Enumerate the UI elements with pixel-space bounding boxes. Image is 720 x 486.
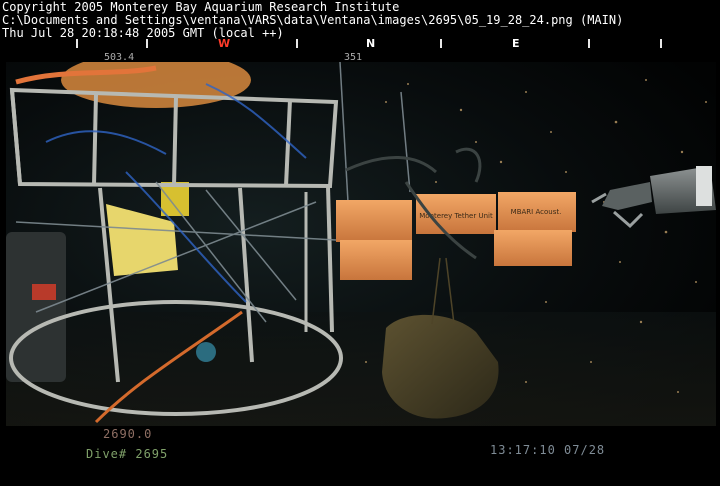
- dive-number: Dive# 2695: [86, 447, 169, 461]
- compass-label-east: E: [512, 37, 520, 50]
- compass-heading-strip: W N E: [0, 38, 720, 52]
- image-path-line: C:\Documents and Settings\ventana\VARS\d…: [2, 13, 624, 27]
- compass-tick: [660, 39, 662, 48]
- box-left-top: [336, 200, 412, 242]
- box-right-label: MBARI Acoust.: [511, 208, 562, 216]
- compass-tick: [146, 39, 148, 48]
- compass-label-west: W: [218, 37, 231, 50]
- yellow-buoy: [161, 182, 189, 216]
- box-right-bottom: [494, 230, 572, 266]
- equipment-cylinder: [6, 232, 66, 382]
- copyright-line: Copyright 2005 Monterey Bay Aquarium Res…: [2, 0, 400, 14]
- compass-tick: [440, 39, 442, 48]
- compass-tick: [76, 39, 78, 48]
- scene-illustration: Monterey Tether Unit MBARI Acoust.: [6, 62, 716, 426]
- depth-readout: 2690.0: [103, 427, 153, 441]
- compass-label-north: N: [366, 37, 376, 50]
- compass-tick: [588, 39, 590, 48]
- blue-instrument: [196, 342, 216, 362]
- compass-tick: [296, 39, 298, 48]
- timecode-readout: 13:17:10 07/28: [490, 443, 606, 457]
- underwater-camera-frame: Monterey Tether Unit MBARI Acoust.: [6, 62, 716, 426]
- box-left-bottom: [340, 240, 412, 280]
- red-connector: [32, 284, 56, 300]
